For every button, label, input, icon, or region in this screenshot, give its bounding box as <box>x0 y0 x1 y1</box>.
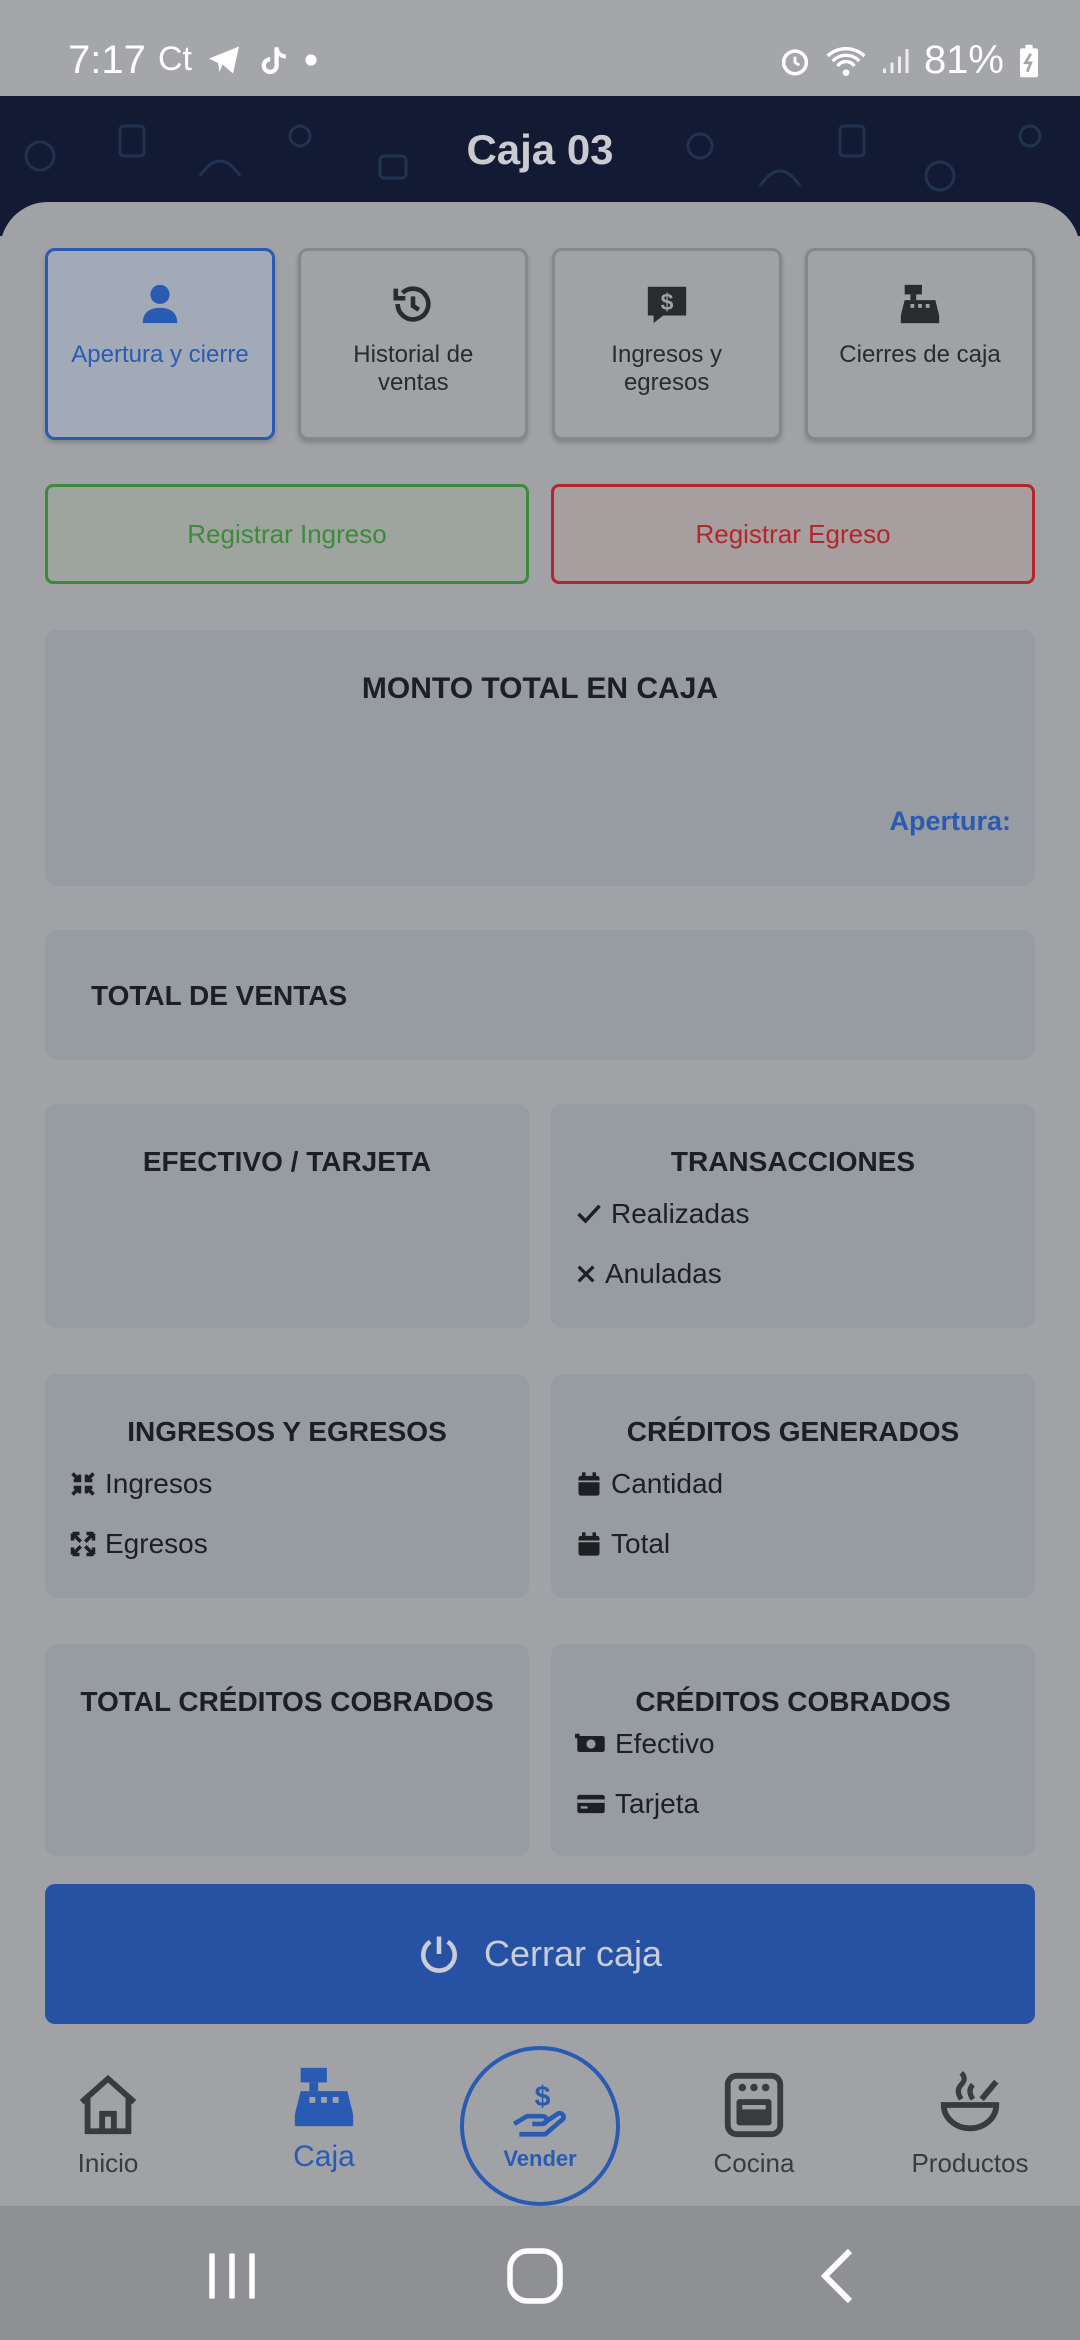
realizadas-label: Realizadas <box>611 1198 750 1229</box>
compress-icon <box>71 1472 95 1496</box>
anuladas-line: Anuladas <box>575 1258 722 1290</box>
tab-historial-ventas[interactable]: Historial de ventas <box>298 248 529 440</box>
power-icon <box>420 1936 457 1973</box>
signal-icon <box>882 48 909 73</box>
x-icon <box>577 1265 595 1283</box>
home-icon <box>79 2074 137 2135</box>
battery-text: 81% <box>923 38 1004 82</box>
total-ventas-card: TOTAL DE VENTAS <box>45 930 1035 1060</box>
total-creditos-cobrados-card: TOTAL CRÉDITOS COBRADOS <box>45 1644 529 1856</box>
tab-ingresos-egresos[interactable]: $ Ingresos y egresos <box>551 248 782 440</box>
realizadas-line: Realizadas <box>575 1198 750 1230</box>
calendar-icon <box>578 1472 600 1496</box>
back-icon[interactable] <box>810 2246 870 2306</box>
cantidad-line: Cantidad <box>575 1468 723 1500</box>
total-label: Total <box>611 1528 671 1559</box>
tab-bar: Apertura y cierre Historial de ventas $ … <box>45 248 1035 440</box>
efectivo-tarjeta-card: EFECTIVO / TARJETA <box>45 1104 529 1328</box>
tab-cierres-caja[interactable]: Cierres de caja <box>804 248 1035 440</box>
calendar-icon <box>578 1532 600 1556</box>
tab-label: Apertura y cierre <box>71 341 249 368</box>
egresos-line: Egresos <box>69 1528 208 1560</box>
svg-text:$: $ <box>535 2081 551 2113</box>
home-nav-icon[interactable] <box>505 2246 565 2306</box>
tab-apertura-cierre[interactable]: Apertura y cierre <box>45 248 275 440</box>
ingresos-egresos-card: INGRESOS Y EGRESOS Ingresos Egresos <box>45 1374 529 1598</box>
main-sheet: Apertura y cierre Historial de ventas $ … <box>0 202 1080 2082</box>
egresos-label: Egresos <box>105 1528 208 1559</box>
vender-label: Vender <box>503 2146 577 2171</box>
tab-label: Cierres de caja <box>839 341 1001 368</box>
tarjeta-line: Tarjeta <box>575 1788 699 1820</box>
vender-button[interactable]: $ Vender <box>460 2046 620 2206</box>
food-bowl-icon <box>940 2071 1000 2132</box>
registrar-egreso-button[interactable]: Registrar Egreso <box>551 484 1035 584</box>
efectivo-tarjeta-title: EFECTIVO / TARJETA <box>142 1146 432 1177</box>
transacciones-card: TRANSACCIONES Realizadas Anuladas <box>551 1104 1035 1328</box>
telegram-icon <box>209 46 239 73</box>
cerrar-caja-label: Cerrar caja <box>483 1933 663 1974</box>
ventas-title: TOTAL DE VENTAS <box>91 980 348 1011</box>
credit-card-icon <box>577 1794 605 1814</box>
action-buttons: Registrar Ingreso Registrar Egreso <box>45 484 1035 584</box>
tab-label: Ingresos y egresos <box>611 341 723 396</box>
status-time: 7:17 <box>68 38 146 82</box>
nav-cocina[interactable]: Cocina <box>664 2070 844 2179</box>
money-bill-icon <box>575 1733 605 1752</box>
tab-label: Historial de ventas <box>353 341 474 396</box>
wifi-icon <box>826 46 866 76</box>
apertura-label: Apertura: <box>889 806 1011 836</box>
efectivo-line: Efectivo <box>575 1728 715 1760</box>
total-creditos-cobrados-title: TOTAL CRÉDITOS COBRADOS <box>80 1686 494 1717</box>
creditos-cobrados-title: CRÉDITOS COBRADOS <box>635 1686 951 1717</box>
total-line: Total <box>575 1528 670 1560</box>
battery-charging-icon <box>1020 44 1038 77</box>
page-title: Caja 03 <box>466 126 614 173</box>
efectivo-label: Efectivo <box>615 1728 715 1759</box>
anuladas-label: Anuladas <box>605 1258 722 1289</box>
nav-cocina-label: Cocina <box>713 2148 795 2178</box>
cantidad-label: Cantidad <box>611 1468 724 1499</box>
nav-caja-label: Caja <box>293 2140 355 2173</box>
nav-inicio[interactable]: Inicio <box>18 2070 198 2179</box>
monto-total-card: MONTO TOTAL EN CAJA Apertura: <box>45 630 1035 886</box>
bottom-nav: Inicio Caja $ Vender Cocina Productos <box>0 2042 1080 2206</box>
ingresos-egresos-title: INGRESOS Y EGRESOS <box>127 1416 447 1447</box>
message-dollar-icon: $ <box>647 286 686 324</box>
nav-caja[interactable]: Caja <box>234 2062 414 2174</box>
cash-register-icon <box>900 284 940 324</box>
expand-icon <box>70 1531 96 1557</box>
carrier-icon: Ct <box>158 40 192 78</box>
registrar-ingreso-button[interactable]: Registrar Ingreso <box>45 484 529 584</box>
monto-title: MONTO TOTAL EN CAJA <box>361 672 719 705</box>
check-icon <box>577 1204 601 1224</box>
nav-inicio-label: Inicio <box>77 2148 139 2178</box>
nav-productos[interactable]: Productos <box>880 2070 1060 2179</box>
creditos-cobrados-card: CRÉDITOS COBRADOS Efectivo Tarjeta <box>551 1644 1035 1856</box>
transacciones-title: TRANSACCIONES <box>670 1146 916 1177</box>
alarm-icon <box>781 48 809 76</box>
ingresos-line: Ingresos <box>69 1468 212 1500</box>
user-icon <box>142 284 178 324</box>
oven-icon <box>724 2072 784 2138</box>
hand-dollar-icon: $ <box>512 2081 566 2137</box>
recents-icon[interactable] <box>202 2246 262 2306</box>
svg-text:$: $ <box>660 289 673 315</box>
system-nav-bar <box>0 2206 1080 2340</box>
creditos-generados-card: CRÉDITOS GENERADOS Cantidad Total <box>551 1374 1035 1598</box>
nav-productos-label: Productos <box>911 2148 1029 2178</box>
tiktok-icon <box>261 46 286 74</box>
dot-icon <box>305 53 317 66</box>
status-bar: 7:17 Ct 81% <box>0 0 1080 96</box>
cerrar-caja-button[interactable]: Cerrar caja <box>45 1884 1035 2024</box>
history-icon <box>393 286 431 322</box>
tarjeta-label: Tarjeta <box>615 1788 700 1819</box>
ingresos-label: Ingresos <box>105 1468 213 1499</box>
creditos-generados-title: CRÉDITOS GENERADOS <box>626 1416 960 1447</box>
cash-register-icon <box>294 2067 354 2127</box>
